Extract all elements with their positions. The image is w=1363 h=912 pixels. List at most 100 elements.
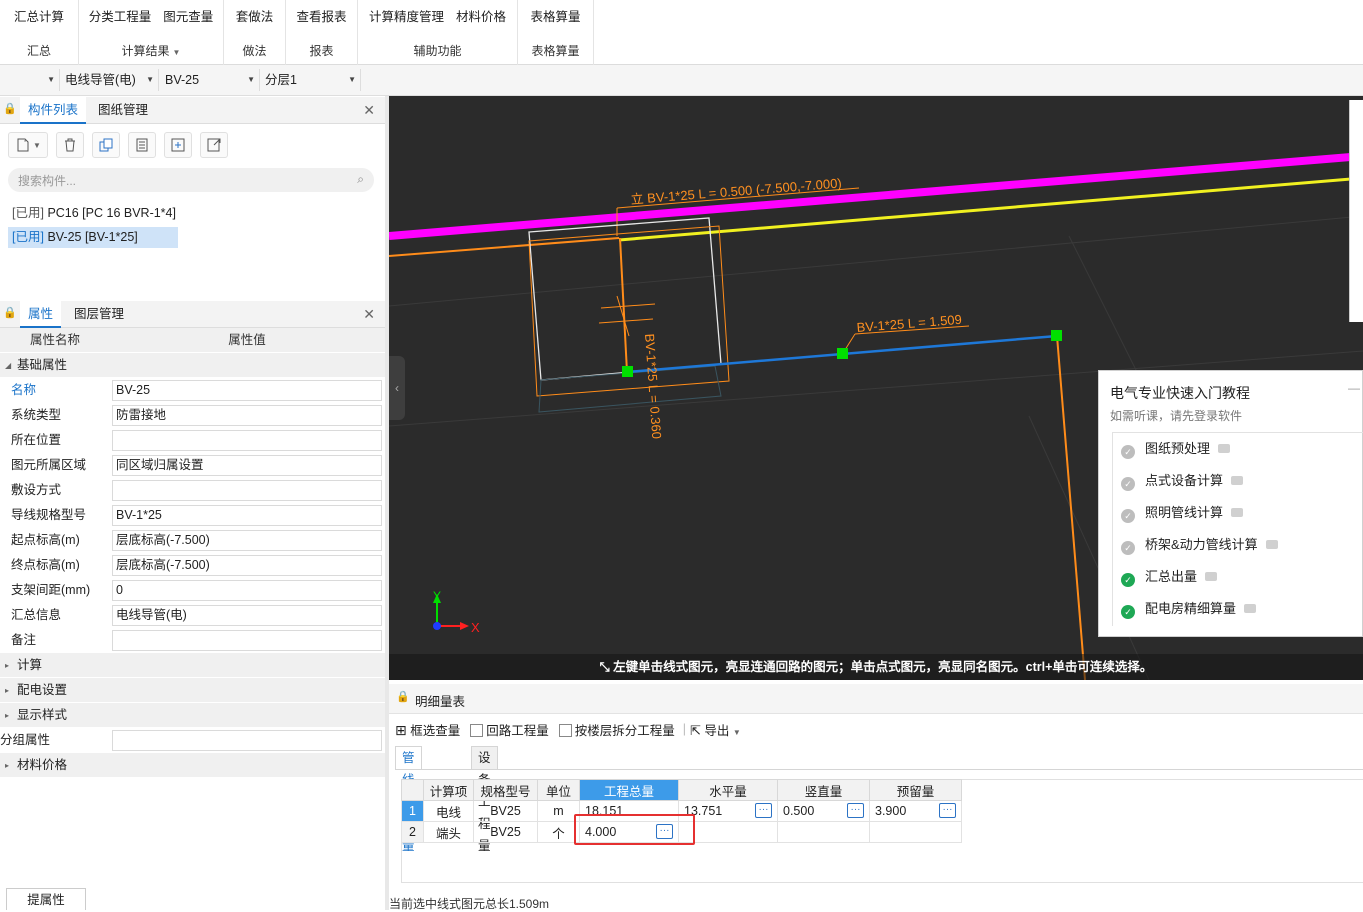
loop-quantity-checkbox[interactable]: 回路工程量: [470, 720, 549, 739]
riser-wire-label: BV-1*25 L = 0.360: [642, 333, 664, 439]
copy-button[interactable]: [92, 132, 120, 158]
view-report-button[interactable]: 查看报表: [296, 6, 346, 25]
property-value[interactable]: 0: [112, 580, 382, 601]
cell-item[interactable]: 端头: [423, 821, 474, 843]
tab-drawing-management[interactable]: 图纸管理: [90, 97, 156, 124]
property-value[interactable]: [112, 630, 382, 651]
more-dots-button[interactable]: ···: [939, 803, 956, 818]
pin-icon[interactable]: 🔒: [3, 102, 17, 115]
export-component-button[interactable]: [200, 132, 228, 158]
type-select[interactable]: 电线导管(电) ▼: [61, 69, 159, 91]
pin-icon[interactable]: 🔒: [396, 690, 410, 703]
new-component-button[interactable]: * ▼: [8, 132, 48, 158]
tutorial-item-label: 配电房精细算量: [1145, 601, 1237, 616]
element-query-button[interactable]: 图元查量: [163, 6, 213, 25]
component-search[interactable]: 搜索构件... ⌕: [8, 168, 374, 192]
cell-item[interactable]: 电线: [423, 800, 474, 822]
group-calculation[interactable]: ▸ 计算: [0, 653, 385, 678]
tab-equipment-quantity[interactable]: 设备工程量: [471, 746, 498, 853]
group-material-price[interactable]: ▸ 材料价格: [0, 753, 385, 778]
property-value[interactable]: 层底标高(-7.500): [112, 555, 382, 576]
tutorial-item[interactable]: ✓ 点式设备计算: [1121, 471, 1244, 491]
group-display-style[interactable]: ▸ 显示样式: [0, 703, 385, 728]
column-header[interactable]: 竖直量: [777, 779, 870, 801]
box-select-label: 框选查量: [410, 723, 461, 738]
group-distribution[interactable]: ▸ 配电设置: [0, 678, 385, 703]
component-item-bv25[interactable]: [已用] BV-25 [BV-1*25]: [8, 227, 178, 248]
minimize-icon[interactable]: —: [1348, 381, 1360, 395]
component-item-pc16[interactable]: [已用] PC16 [PC 16 BVR-1*4]: [8, 203, 180, 224]
new-file-icon: *: [17, 138, 29, 152]
property-value[interactable]: BV-25: [112, 380, 382, 401]
box-select-button[interactable]: ⊞ 框选查量: [395, 720, 460, 739]
tutorial-item[interactable]: ✓ 配电房精细算量: [1121, 599, 1257, 619]
box-select-icon: ⊞: [395, 721, 407, 738]
delete-button[interactable]: [56, 132, 84, 158]
component-panel-header: 🔒 构件列表 图纸管理 ✕: [0, 97, 385, 124]
property-value[interactable]: 层底标高(-7.500): [112, 530, 382, 551]
property-value[interactable]: 电线导管(电): [112, 605, 382, 626]
layer-copy-button[interactable]: [128, 132, 156, 158]
ribbon-group-label[interactable]: 计算结果 ▼: [79, 42, 223, 59]
more-dots-button[interactable]: ···: [847, 803, 864, 818]
apply-method-button[interactable]: 套做法: [236, 6, 274, 25]
cell-reserve[interactable]: 3.900 ···: [869, 800, 962, 822]
tutorial-item[interactable]: ✓ 桥架&动力管线计算: [1121, 535, 1278, 555]
tab-pipeline-quantity[interactable]: 管线工程量: [395, 746, 422, 853]
close-icon[interactable]: ✕: [363, 306, 375, 323]
right-view-toolbar[interactable]: [1349, 100, 1363, 322]
column-header[interactable]: 水平量: [678, 779, 778, 801]
export-button[interactable]: ⇱ 导出 ▼: [690, 720, 741, 739]
tutorial-item[interactable]: ✓ 汇总出量: [1121, 567, 1218, 587]
cell-spec[interactable]: BV25: [473, 821, 538, 843]
column-header[interactable]: 规格型号: [473, 779, 538, 801]
cell-reserve[interactable]: [869, 821, 962, 843]
property-value[interactable]: 同区域归属设置: [112, 455, 382, 476]
row-number[interactable]: 1: [401, 800, 424, 822]
collapse-panel-handle[interactable]: ‹: [389, 356, 405, 420]
component-item-label: BV-25 [BV-1*25]: [47, 230, 138, 244]
cell-vertical[interactable]: 0.500 ···: [777, 800, 870, 822]
property-value[interactable]: [112, 430, 382, 451]
category-quantity-button[interactable]: 分类工程量: [89, 6, 152, 25]
material-price-button[interactable]: 材料价格: [456, 6, 506, 25]
column-header[interactable]: 计算项: [423, 779, 474, 801]
cell-vertical[interactable]: [777, 821, 870, 843]
pin-icon[interactable]: 🔒: [3, 306, 17, 319]
category-select[interactable]: ▼: [0, 69, 60, 91]
tab-layer-management[interactable]: 图层管理: [66, 301, 132, 328]
highlight-annotation-box: [574, 814, 695, 845]
column-header[interactable]: 预留量: [869, 779, 962, 801]
table-quantity-button[interactable]: 表格算量: [530, 6, 580, 25]
more-dots-button[interactable]: ···: [755, 803, 772, 818]
component-select[interactable]: BV-25 ▼: [161, 69, 260, 91]
property-name: 名称: [11, 383, 37, 397]
search-input[interactable]: 搜索构件...: [18, 172, 76, 189]
property-value[interactable]: [112, 480, 382, 501]
property-value[interactable]: 防雷接地: [112, 405, 382, 426]
cell-spec[interactable]: BV25: [473, 800, 538, 822]
checkbox-icon: [558, 723, 572, 737]
group-basic-attributes[interactable]: ◢ 基础属性: [0, 353, 385, 378]
video-icon: [1231, 476, 1244, 485]
summary-calc-button[interactable]: 汇总计算: [14, 6, 64, 25]
layer-select[interactable]: 分层1 ▼: [261, 69, 361, 91]
tab-extract-properties[interactable]: 提属性: [6, 888, 86, 910]
property-panel-header: 🔒 属性 图层管理 ✕: [0, 301, 385, 328]
search-icon[interactable]: ⌕: [357, 172, 364, 187]
property-value[interactable]: BV-1*25: [112, 505, 382, 526]
row-number[interactable]: 2: [401, 821, 424, 843]
check-icon: ✓: [1121, 445, 1135, 459]
tutorial-item[interactable]: ✓ 照明管线计算: [1121, 503, 1244, 523]
property-value[interactable]: [112, 730, 382, 751]
close-icon[interactable]: ✕: [363, 102, 375, 119]
import-button[interactable]: [164, 132, 192, 158]
column-header[interactable]: 单位: [537, 779, 580, 801]
tutorial-item[interactable]: ✓ 图纸预处理: [1121, 439, 1231, 459]
tab-component-list[interactable]: 构件列表: [20, 97, 87, 124]
column-header-selected[interactable]: 工程总量: [579, 779, 679, 801]
precision-management-button[interactable]: 计算精度管理: [369, 6, 444, 25]
tab-properties[interactable]: 属性: [20, 301, 62, 328]
tutorial-item-label: 图纸预处理: [1145, 441, 1211, 456]
floor-split-checkbox[interactable]: 按楼层拆分工程量: [558, 720, 675, 739]
